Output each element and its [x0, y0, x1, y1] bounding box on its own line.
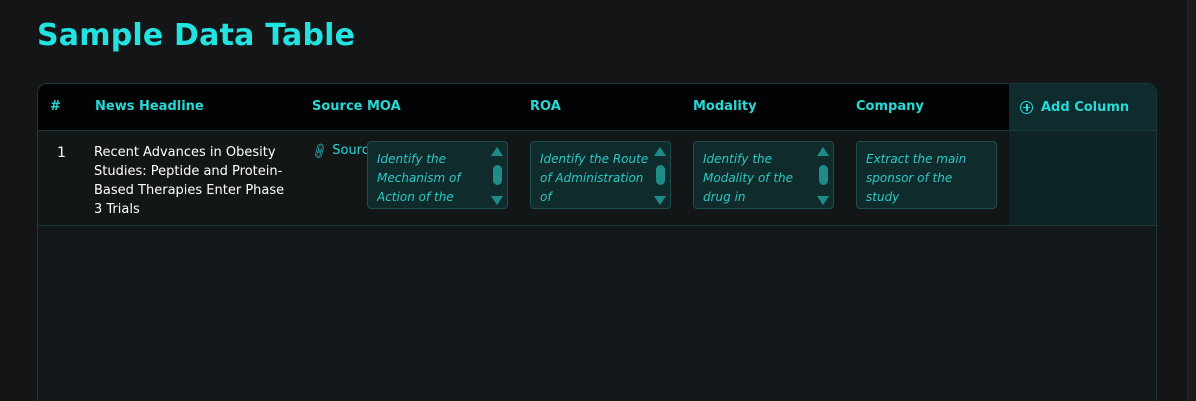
scroll-thumb[interactable]	[656, 165, 665, 185]
news-headline-cell: Recent Advances in Obesity Studies: Pept…	[94, 145, 285, 213]
modality-prompt-text: Identify the Modality of the drug in	[703, 152, 794, 204]
column-header-moa: MOA	[367, 99, 401, 114]
plus-circle-icon	[1020, 100, 1033, 114]
roa-prompt-text: Identify the Route of Administration of	[540, 152, 649, 204]
moa-prompt-field[interactable]: Identify the Mechanism of Action of the	[367, 141, 508, 209]
modality-prompt-scrollbar[interactable]	[817, 147, 829, 205]
page-title: Sample Data Table	[37, 18, 356, 53]
scroll-thumb[interactable]	[493, 165, 502, 185]
scroll-thumb[interactable]	[819, 165, 828, 185]
modality-prompt-field[interactable]: Identify the Modality of the drug in	[693, 141, 834, 209]
column-header-company: Company	[856, 99, 924, 114]
table-row: 1 Recent Advances in Obesity Studies: Pe…	[38, 131, 1156, 226]
link-icon: 🔗︎	[309, 140, 330, 161]
column-header-source: Source	[312, 99, 363, 114]
add-column-button[interactable]: Add Column	[1009, 84, 1156, 130]
roa-prompt-scrollbar[interactable]	[654, 147, 666, 205]
table-header: # News Headline Source MOA ROA Modality …	[38, 84, 1156, 131]
add-column-cell	[1009, 131, 1156, 225]
column-header-roa: ROA	[530, 99, 561, 114]
scroll-down-arrow-icon[interactable]	[491, 196, 503, 205]
column-header-modality: Modality	[693, 99, 757, 114]
data-table: # News Headline Source MOA ROA Modality …	[37, 83, 1157, 401]
row-number: 1	[57, 145, 66, 161]
column-header-number: #	[50, 99, 61, 114]
add-column-label: Add Column	[1041, 99, 1130, 115]
window-scrollbar[interactable]	[1187, 0, 1196, 401]
scroll-up-arrow-icon[interactable]	[491, 147, 503, 156]
column-header-news-headline: News Headline	[95, 99, 204, 114]
scroll-down-arrow-icon[interactable]	[654, 196, 666, 205]
company-prompt-text: Extract the main sponsor of the study	[866, 152, 967, 204]
roa-prompt-field[interactable]: Identify the Route of Administration of	[530, 141, 671, 209]
company-prompt-field[interactable]: Extract the main sponsor of the study	[856, 141, 997, 209]
scroll-up-arrow-icon[interactable]	[654, 147, 666, 156]
moa-prompt-text: Identify the Mechanism of Action of the	[377, 152, 461, 204]
scroll-up-arrow-icon[interactable]	[817, 147, 829, 156]
moa-prompt-scrollbar[interactable]	[491, 147, 503, 205]
scroll-down-arrow-icon[interactable]	[817, 196, 829, 205]
